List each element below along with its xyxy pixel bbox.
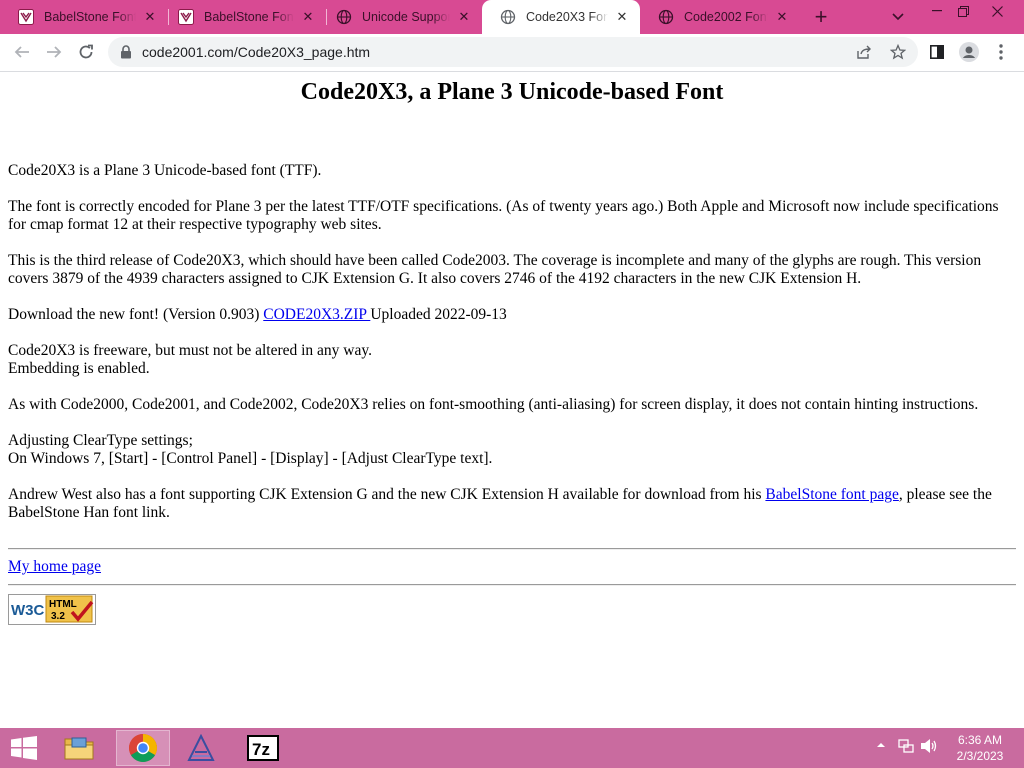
- tab-strip: BabelStone Fonts ✕ BabelStone Fonts ✕ Un…: [0, 0, 1024, 34]
- file-explorer-icon[interactable]: [52, 730, 106, 766]
- cleartype-paragraph: Adjusting ClearType settings; On Windows …: [8, 432, 1016, 468]
- babelstone-paragraph: Andrew West also has a font supporting C…: [8, 486, 1016, 522]
- encoding-paragraph: The font is correctly encoded for Plane …: [8, 198, 999, 233]
- download-zip-link[interactable]: CODE20X3.ZIP: [263, 306, 370, 323]
- chrome-icon[interactable]: [116, 730, 170, 766]
- 7zip-label: 7z: [252, 740, 270, 759]
- new-tab-button[interactable]: +: [809, 4, 833, 29]
- cleartype-steps: On Windows 7, [Start] - [Control Panel] …: [8, 450, 493, 467]
- cleartype-heading: Adjusting ClearType settings;: [8, 432, 193, 449]
- badge-w3c-text: W3C: [11, 602, 45, 619]
- 7zip-icon[interactable]: 7z: [236, 730, 290, 766]
- forward-arrow-icon[interactable]: [40, 38, 68, 66]
- home-paragraph: My home page: [8, 558, 1016, 576]
- tab-title: Code2002 Font for: [684, 10, 768, 24]
- url-text[interactable]: code2001.com/Code20X3_page.htm: [142, 44, 370, 60]
- tab-search-chevron-icon[interactable]: [888, 7, 908, 27]
- network-icon[interactable]: [898, 738, 914, 757]
- download-text: Download the new font! (Version 0.903): [8, 306, 264, 323]
- show-hidden-icons-chevron[interactable]: [876, 740, 886, 752]
- freeware-text: Code20X3 is freeware, but must not be al…: [8, 342, 373, 359]
- lock-icon[interactable]: [120, 45, 132, 59]
- babelstone-font-page-link[interactable]: BabelStone font page: [765, 486, 898, 503]
- globe-icon: [500, 9, 516, 25]
- side-panel-icon[interactable]: [924, 39, 950, 65]
- close-tab-icon[interactable]: ✕: [774, 9, 790, 25]
- restore-window-icon[interactable]: [946, 0, 980, 22]
- share-icon[interactable]: [854, 42, 874, 62]
- address-bar[interactable]: code2001.com/Code20X3_page.htm: [108, 37, 918, 67]
- profile-avatar-icon[interactable]: [956, 39, 982, 65]
- tab-babelstone-fonts-1[interactable]: BabelStone Fonts ✕: [0, 0, 168, 34]
- close-tab-icon[interactable]: ✕: [300, 9, 316, 25]
- badge-version-text: 3.2: [51, 611, 65, 622]
- tab-code2002[interactable]: Code2002 Font for ✕: [640, 0, 800, 34]
- upload-date: Uploaded 2022-09-13: [370, 306, 507, 323]
- menu-kebab-icon[interactable]: [988, 39, 1014, 65]
- release-paragraph: This is the third release of Code20X3, w…: [8, 252, 982, 287]
- page-content: Code20X3, a Plane 3 Unicode-based Font C…: [0, 72, 1024, 728]
- reload-icon[interactable]: [72, 38, 100, 66]
- back-arrow-icon[interactable]: [8, 38, 36, 66]
- smoothing-paragraph: As with Code2000, Code2001, and Code2002…: [8, 396, 979, 413]
- w3c-html32-badge[interactable]: W3C HTML 3.2: [8, 594, 96, 625]
- windows-start-icon[interactable]: [4, 732, 44, 764]
- tab-title: BabelStone Fonts: [204, 10, 294, 24]
- bookmark-star-icon[interactable]: [888, 42, 908, 62]
- tab-unicode-support[interactable]: Unicode Support ✕: [318, 0, 482, 34]
- tab-title: Code20X3 Font for: [526, 10, 608, 24]
- badge-html-text: HTML: [49, 599, 77, 610]
- system-clock[interactable]: 6:36 AM 2/3/2023: [944, 732, 1016, 764]
- freeware-paragraph: Code20X3 is freeware, but must not be al…: [8, 342, 1016, 378]
- horizontal-rule: [8, 584, 1016, 586]
- volume-icon[interactable]: [920, 738, 938, 757]
- tab-babelstone-fonts-2[interactable]: BabelStone Fonts ✕: [160, 0, 326, 34]
- globe-icon: [336, 9, 352, 25]
- intro-paragraph: Code20X3 is a Plane 3 Unicode-based font…: [8, 162, 322, 179]
- browser-toolbar: code2001.com/Code20X3_page.htm: [0, 34, 1024, 72]
- embedding-text: Embedding is enabled.: [8, 360, 150, 377]
- babelstone-icon: [18, 9, 34, 25]
- globe-icon: [658, 9, 674, 25]
- page-title: Code20X3, a Plane 3 Unicode-based Font: [300, 79, 724, 105]
- app-icon[interactable]: [174, 730, 228, 766]
- close-window-icon[interactable]: [980, 0, 1014, 22]
- close-tab-icon[interactable]: ✕: [142, 9, 158, 25]
- download-paragraph: Download the new font! (Version 0.903) C…: [8, 306, 1016, 324]
- andrew-text: Andrew West also has a font supporting C…: [8, 486, 766, 503]
- tab-code20x3-active[interactable]: Code20X3 Font for ✕: [482, 0, 640, 34]
- clock-date: 2/3/2023: [956, 749, 1004, 763]
- taskbar: 7z 6:36 AM 2/3/2023: [0, 728, 1024, 768]
- clock-time: 6:36 AM: [957, 733, 1003, 747]
- home-page-link[interactable]: My home page: [8, 558, 101, 575]
- tab-title: Unicode Support: [362, 10, 450, 24]
- horizontal-rule: [8, 548, 1016, 550]
- babelstone-icon: [178, 9, 194, 25]
- close-tab-icon[interactable]: ✕: [456, 9, 472, 25]
- close-tab-icon[interactable]: ✕: [614, 9, 630, 25]
- tab-title: BabelStone Fonts: [44, 10, 136, 24]
